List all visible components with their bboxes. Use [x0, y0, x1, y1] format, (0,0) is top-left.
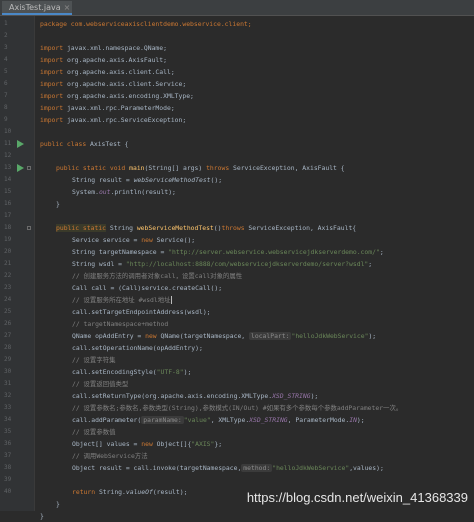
- line-number: 15: [4, 186, 11, 198]
- line-number-gutter: 1 2 3 4 5 6 7 8 9 10 11 12 13 14 15 16 1…: [0, 16, 35, 511]
- line-number: 27: [4, 330, 11, 342]
- code-line: Object result = call.invoke(targetNamesp…: [72, 462, 384, 474]
- line-number: 23: [4, 282, 11, 294]
- line-number: 31: [4, 378, 11, 390]
- code-line: // 设置返回值类型: [72, 378, 128, 390]
- line-number: 35: [4, 426, 11, 438]
- line-number: 30: [4, 366, 11, 378]
- code-line: import javax.xml.namespace.QName;: [40, 42, 167, 54]
- parameter-hint: method:: [241, 464, 272, 472]
- code-line: String targetNamespace = "http://server.…: [72, 246, 384, 258]
- line-number: 14: [4, 174, 11, 186]
- line-number: 5: [4, 66, 8, 78]
- line-number: 4: [4, 54, 8, 66]
- code-line: import org.apache.axis.AxisFault;: [40, 54, 167, 66]
- code-line: // 设置服务所在地址 #wsdl地址: [72, 294, 172, 306]
- line-number: 10: [4, 126, 11, 138]
- line-number: 6: [4, 78, 8, 90]
- code-line: QName opAddEntry = new QName(targetNames…: [72, 330, 376, 342]
- code-line: call.setTargetEndpointAddress(wsdl);: [72, 306, 211, 318]
- code-line: // 创建服务方法的调用者对象call，设置call对象的属性: [72, 270, 242, 282]
- line-number: 26: [4, 318, 11, 330]
- line-number: 25: [4, 306, 11, 318]
- line-number: 29: [4, 354, 11, 366]
- code-line: import javax.xml.rpc.ParameterMode;: [40, 102, 175, 114]
- code-line: import javax.xml.rpc.ServiceException;: [40, 114, 186, 126]
- run-main-icon[interactable]: [17, 164, 24, 172]
- code-line: }: [40, 510, 44, 522]
- code-line: System.out.println(result);: [72, 186, 176, 198]
- code-line: // 设置参数名;参数名,参数类型(String),参数模式(IN/Out) #…: [72, 402, 402, 414]
- fold-icon[interactable]: [27, 226, 31, 230]
- code-line: String result = webServiceMethodTest();: [72, 174, 222, 186]
- tab-axistest-java[interactable]: AxisTest.java ×: [2, 1, 72, 15]
- code-line: Service service = new Service();: [72, 234, 195, 246]
- line-number: 32: [4, 390, 11, 402]
- editor-tab-bar: AxisTest.java ×: [0, 0, 474, 16]
- line-number: 39: [4, 474, 11, 486]
- code-line: call.setReturnType(org.apache.axis.encod…: [72, 390, 318, 402]
- line-number: 28: [4, 342, 11, 354]
- line-number: 36: [4, 438, 11, 450]
- line-number: 37: [4, 450, 11, 462]
- line-number: 40: [4, 486, 11, 498]
- tab-label: AxisTest.java: [9, 3, 61, 12]
- code-line: Object[] values = new Object[]{"AXIS"};: [72, 438, 222, 450]
- parameter-hint: paramName:: [141, 416, 183, 424]
- code-line: call.setEncodingStyle("UTF-8");: [72, 366, 191, 378]
- code-line: call.addParameter(paramName:"value", XML…: [72, 414, 365, 426]
- code-line: // 调用WebService方法: [72, 450, 148, 462]
- line-number: 24: [4, 294, 11, 306]
- line-number: 12: [4, 150, 11, 162]
- line-number: 19: [4, 234, 11, 246]
- code-line: import org.apache.axis.client.Call;: [40, 66, 175, 78]
- code-line: call.setOperationName(opAddEntry);: [72, 342, 203, 354]
- line-number: 17: [4, 210, 11, 222]
- line-number: 3: [4, 42, 8, 54]
- line-number: 38: [4, 462, 11, 474]
- line-number: 21: [4, 258, 11, 270]
- line-number: 20: [4, 246, 11, 258]
- code-line: // targetNamespace+method: [72, 318, 168, 330]
- line-number: 11: [4, 138, 11, 150]
- code-line: public class AxisTest {: [40, 138, 129, 150]
- line-number: 13: [4, 162, 11, 174]
- code-line: Call call = (Call)service.createCall();: [72, 282, 222, 294]
- code-line: // 设置字符集: [72, 354, 116, 366]
- line-number: 34: [4, 414, 11, 426]
- code-editor[interactable]: package com.webserviceaxisclientdemo.web…: [36, 16, 474, 511]
- close-tab-icon[interactable]: ×: [64, 3, 71, 12]
- code-line: import org.apache.axis.encoding.XMLType;: [40, 90, 194, 102]
- line-number: 18: [4, 222, 11, 234]
- line-number: 22: [4, 270, 11, 282]
- code-line: return String.valueOf(result);: [72, 486, 187, 498]
- code-line: import org.apache.axis.client.Service;: [40, 78, 186, 90]
- code-line: }: [56, 198, 60, 210]
- line-number: 2: [4, 30, 8, 42]
- line-number: 7: [4, 90, 8, 102]
- code-line: // 设置参数值: [72, 426, 116, 438]
- code-line: package com.webserviceaxisclientdemo.web…: [40, 18, 252, 30]
- watermark: https://blog.csdn.net/weixin_41368339: [247, 490, 468, 505]
- parameter-hint: localPart:: [249, 332, 291, 340]
- run-class-icon[interactable]: [17, 140, 24, 148]
- code-line: String wsdl = "http://localhost:8888/com…: [72, 258, 372, 270]
- fold-icon[interactable]: [27, 166, 31, 170]
- text-caret: [171, 296, 172, 304]
- code-line: public static void main(String[] args) t…: [56, 162, 345, 174]
- line-number: 9: [4, 114, 8, 126]
- code-line: public static String webServiceMethodTes…: [56, 222, 356, 234]
- line-number: 33: [4, 402, 11, 414]
- line-number: 8: [4, 102, 8, 114]
- line-number: 1: [4, 18, 8, 30]
- code-line: }: [56, 498, 60, 510]
- line-number: 16: [4, 198, 11, 210]
